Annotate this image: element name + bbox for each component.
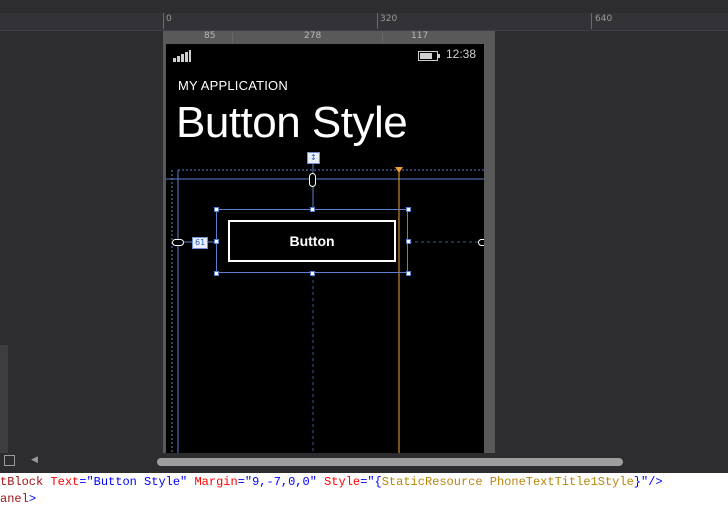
ruler-label-320: 320 <box>380 14 398 24</box>
code-tag-end: > <box>28 492 37 506</box>
dimension-bar: 85 278 117 <box>163 31 728 44</box>
split-view-icon[interactable] <box>4 455 15 466</box>
design-button[interactable]: Button <box>228 220 396 262</box>
margin-value-badge[interactable]: 61 <box>192 237 209 249</box>
code-value-text: "Button Style" <box>86 475 188 489</box>
resize-handle-bottom[interactable] <box>310 271 315 276</box>
horizontal-ruler: 0 320 640 <box>0 13 728 31</box>
code-line-2[interactable]: anel> <box>0 491 728 508</box>
alignment-indicator-icon[interactable]: ↕ <box>307 152 320 164</box>
dimension-left: 85 <box>204 31 216 41</box>
resize-handle-bottom-right[interactable] <box>406 271 411 276</box>
ruler-tick <box>377 13 378 29</box>
ruler-label-640: 640 <box>595 14 613 24</box>
left-panel-splitter[interactable] <box>0 345 8 455</box>
dimension-width: 278 <box>304 31 322 41</box>
right-link-icon[interactable] <box>478 239 484 246</box>
ruler-tick <box>163 13 164 29</box>
resize-handle-bottom-left[interactable] <box>214 271 219 276</box>
xaml-code-editor[interactable]: tBlock Text="Button Style" Margin="9,-7,… <box>0 473 728 511</box>
scroll-left-arrow-icon[interactable]: ◀ <box>31 455 38 465</box>
resize-handle-top[interactable] <box>310 207 315 212</box>
vertical-link-icon[interactable] <box>309 173 316 187</box>
code-line-1[interactable]: tBlock Text="Button Style" Margin="9,-7,… <box>0 474 728 491</box>
code-tag: tBlock <box>0 475 44 489</box>
phone-screen[interactable]: 12:38 MY APPLICATION Button Style Button… <box>166 44 484 453</box>
dimension-separator <box>382 33 383 43</box>
resize-handle-left[interactable] <box>214 239 219 244</box>
code-value-style-open: "{ <box>367 475 382 489</box>
horizontal-scrollbar-thumb[interactable] <box>157 458 623 466</box>
code-resource-name: PhoneTextTitle1Style <box>489 475 634 489</box>
top-strip <box>0 0 728 13</box>
left-link-icon[interactable] <box>172 239 184 246</box>
dimension-right: 117 <box>411 31 429 41</box>
ruler-label-0: 0 <box>166 14 172 24</box>
ruler-tick <box>591 13 592 29</box>
code-value-style-close: }" <box>633 475 649 489</box>
code-attribute-style: Style <box>324 475 361 489</box>
code-resource-keyword: StaticResource <box>381 475 483 489</box>
resize-handle-top-left[interactable] <box>214 207 219 212</box>
code-attribute-margin: Margin <box>194 475 238 489</box>
code-value-margin: "9,-7,0,0" <box>244 475 317 489</box>
resize-handle-top-right[interactable] <box>406 207 411 212</box>
dimension-separator <box>232 33 233 43</box>
code-tag: anel <box>0 492 29 506</box>
code-tag-end: /> <box>648 475 663 489</box>
design-button-label: Button <box>289 233 335 249</box>
code-attribute-text: Text <box>50 475 80 489</box>
resize-handle-right[interactable] <box>406 239 411 244</box>
